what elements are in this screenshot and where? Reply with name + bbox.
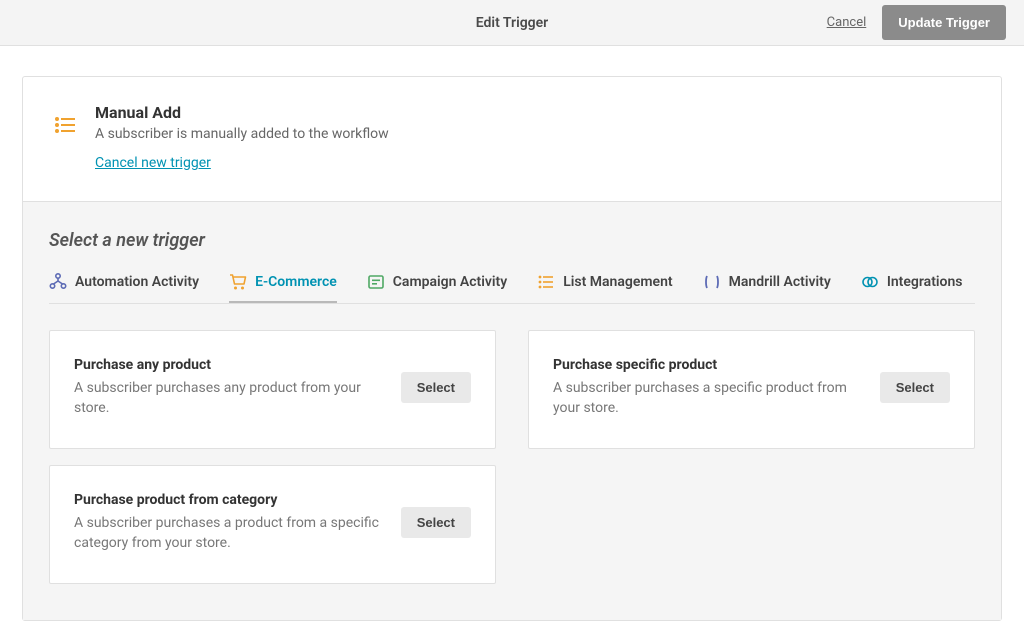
tab-label: Mandrill Activity (729, 274, 831, 290)
tab-campaign-activity[interactable]: Campaign Activity (367, 273, 507, 303)
list-icon (53, 113, 77, 137)
select-trigger-section: Select a new trigger Automation Activity (23, 202, 1001, 620)
tab-label: Campaign Activity (393, 274, 507, 290)
card-description: A subscriber purchases any product from … (74, 379, 385, 418)
cancel-new-trigger-link[interactable]: Cancel new trigger (95, 155, 211, 171)
campaign-icon (367, 273, 385, 291)
cancel-link[interactable]: Cancel (827, 15, 867, 30)
card-purchase-any-product: Purchase any product A subscriber purcha… (49, 330, 496, 449)
select-heading: Select a new trigger (49, 230, 975, 251)
tab-label: Automation Activity (75, 274, 199, 290)
update-trigger-button[interactable]: Update Trigger (882, 5, 1006, 40)
current-trigger-title: Manual Add (95, 103, 389, 122)
current-trigger: Manual Add A subscriber is manually adde… (23, 77, 1001, 202)
tab-label: List Management (563, 274, 672, 290)
card-purchase-specific-product: Purchase specific product A subscriber p… (528, 330, 975, 449)
select-button[interactable]: Select (401, 372, 471, 403)
card-title: Purchase specific product (553, 357, 864, 373)
card-title: Purchase any product (74, 357, 385, 373)
tab-e-commerce[interactable]: E-Commerce (229, 273, 337, 303)
tab-mandrill-activity[interactable]: Mandrill Activity (703, 273, 831, 303)
card-title: Purchase product from category (74, 492, 385, 508)
page-header: Edit Trigger Cancel Update Trigger (0, 0, 1024, 46)
tab-label: E-Commerce (255, 274, 337, 290)
card-purchase-product-from-category: Purchase product from category A subscri… (49, 465, 496, 584)
trigger-details: Manual Add A subscriber is manually adde… (95, 103, 389, 171)
select-button[interactable]: Select (401, 507, 471, 538)
main-container: Manual Add A subscriber is manually adde… (0, 46, 1024, 641)
integrations-icon (861, 273, 879, 291)
cart-icon (229, 273, 247, 291)
card-description: A subscriber purchases a product from a … (74, 514, 385, 553)
page-title: Edit Trigger (476, 15, 548, 31)
mandrill-icon (703, 273, 721, 291)
card-body: Purchase any product A subscriber purcha… (74, 357, 385, 418)
card-body: Purchase product from category A subscri… (74, 492, 385, 553)
select-button[interactable]: Select (880, 372, 950, 403)
tab-automation-activity[interactable]: Automation Activity (49, 273, 199, 303)
tab-list-management[interactable]: List Management (537, 273, 672, 303)
trigger-cards: Purchase any product A subscriber purcha… (49, 330, 975, 584)
tab-label: Integrations (887, 274, 963, 290)
list-management-icon (537, 273, 555, 291)
tab-integrations[interactable]: Integrations (861, 273, 963, 303)
card-body: Purchase specific product A subscriber p… (553, 357, 864, 418)
header-actions: Cancel Update Trigger (827, 5, 1024, 40)
panel: Manual Add A subscriber is manually adde… (22, 76, 1002, 621)
tabs: Automation Activity E-Commerce (49, 273, 975, 304)
current-trigger-description: A subscriber is manually added to the wo… (95, 126, 389, 142)
card-description: A subscriber purchases a specific produc… (553, 379, 864, 418)
automation-icon (49, 273, 67, 291)
